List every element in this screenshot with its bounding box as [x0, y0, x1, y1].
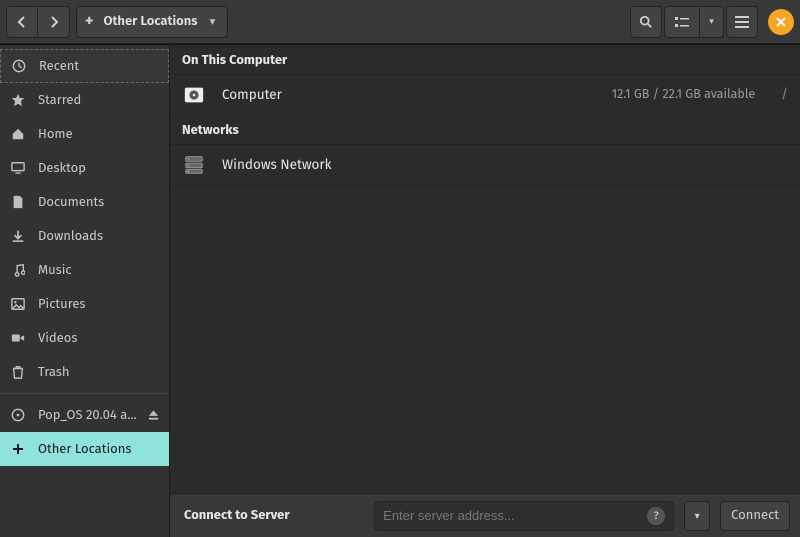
- sidebar-separator: [0, 393, 169, 394]
- location-label: Other Locations: [104, 14, 198, 29]
- document-icon: [10, 195, 26, 209]
- section-header-computer: On This Computer: [170, 45, 800, 75]
- main-area: Recent Starred Home Desktop Documents Do…: [0, 44, 800, 537]
- row-info: 12.1 GB / 22.1 GB available: [612, 87, 755, 102]
- home-icon: [10, 127, 26, 141]
- list-icon: [675, 16, 689, 28]
- sidebar-item-label: Pictures: [38, 297, 85, 312]
- chevron-left-icon: [16, 16, 28, 28]
- video-icon: [10, 331, 26, 345]
- row-label: Computer: [222, 86, 282, 103]
- sidebar-item-pictures[interactable]: Pictures: [0, 287, 169, 321]
- header-bar: + Other Locations ▼ ▾: [0, 0, 800, 44]
- download-icon: [10, 229, 26, 243]
- window-close-button[interactable]: [768, 9, 794, 35]
- sidebar-item-recent[interactable]: Recent: [0, 49, 169, 83]
- search-icon: [639, 15, 653, 29]
- eject-button[interactable]: [148, 410, 159, 421]
- sidebar-item-trash[interactable]: Trash: [0, 355, 169, 389]
- row-windows-network[interactable]: Windows Network: [170, 145, 800, 185]
- sidebar-item-drive[interactable]: Pop_OS 20.04 a...: [0, 398, 169, 432]
- sidebar-item-label: Music: [38, 263, 72, 278]
- sidebar-item-other-locations[interactable]: Other Locations: [0, 432, 169, 466]
- section-header-networks: Networks: [170, 115, 800, 145]
- sidebar-item-documents[interactable]: Documents: [0, 185, 169, 219]
- sidebar-item-label: Starred: [38, 93, 81, 108]
- chevron-right-icon: [48, 16, 60, 28]
- hamburger-icon: [735, 16, 749, 28]
- back-button[interactable]: [6, 6, 38, 38]
- server-address-field[interactable]: ?: [374, 501, 674, 531]
- view-list-button[interactable]: [664, 6, 700, 38]
- sidebar-item-label: Trash: [38, 365, 70, 380]
- hamburger-menu-button[interactable]: [726, 6, 758, 38]
- desktop-icon: [10, 161, 26, 175]
- sidebar-item-downloads[interactable]: Downloads: [0, 219, 169, 253]
- sidebar-item-label: Videos: [38, 331, 77, 346]
- server-history-button[interactable]: ▾: [684, 501, 710, 531]
- sidebar-item-label: Documents: [38, 195, 104, 210]
- sidebar-item-home[interactable]: Home: [0, 117, 169, 151]
- sidebar-item-label: Recent: [39, 59, 79, 74]
- plus-icon: +: [85, 12, 94, 31]
- sidebar-item-music[interactable]: Music: [0, 253, 169, 287]
- chevron-down-icon: ▼: [207, 16, 217, 28]
- trash-icon: [10, 365, 26, 379]
- sidebar-item-videos[interactable]: Videos: [0, 321, 169, 355]
- sidebar-item-label: Home: [38, 127, 73, 142]
- plus-icon: [10, 443, 26, 455]
- connect-button[interactable]: Connect: [720, 501, 790, 531]
- music-icon: [10, 263, 26, 277]
- sidebar-item-desktop[interactable]: Desktop: [0, 151, 169, 185]
- content-pane: On This Computer Computer 12.1 GB / 22.1…: [170, 45, 800, 537]
- chevron-down-icon: ▾: [695, 510, 700, 522]
- row-computer[interactable]: Computer 12.1 GB / 22.1 GB available /: [170, 75, 800, 115]
- network-icon: [182, 154, 206, 176]
- connect-bar: Connect to Server ? ▾ Connect: [170, 493, 800, 537]
- eject-icon: [148, 410, 159, 421]
- close-icon: [776, 17, 786, 27]
- view-dropdown-button[interactable]: ▾: [700, 6, 724, 38]
- content-scroll[interactable]: On This Computer Computer 12.1 GB / 22.1…: [170, 45, 800, 493]
- picture-icon: [10, 297, 26, 311]
- star-icon: [10, 93, 26, 107]
- connect-button-label: Connect: [731, 508, 779, 523]
- disc-icon: [10, 408, 26, 422]
- nav-group: [6, 6, 70, 38]
- chevron-down-icon: ▾: [709, 17, 714, 27]
- connect-label: Connect to Server: [184, 508, 290, 523]
- help-button[interactable]: ?: [647, 507, 665, 525]
- hdd-icon: [182, 84, 206, 106]
- question-icon: ?: [654, 509, 659, 522]
- search-button[interactable]: [630, 6, 662, 38]
- row-label: Windows Network: [222, 156, 332, 173]
- row-trailing: /: [781, 87, 788, 102]
- sidebar-item-label: Other Locations: [38, 442, 131, 457]
- view-group: ▾: [664, 6, 724, 38]
- location-bar[interactable]: + Other Locations ▼: [76, 6, 228, 38]
- sidebar: Recent Starred Home Desktop Documents Do…: [0, 45, 170, 537]
- sidebar-item-starred[interactable]: Starred: [0, 83, 169, 117]
- sidebar-item-label: Downloads: [38, 229, 103, 244]
- server-address-input[interactable]: [383, 508, 641, 523]
- forward-button[interactable]: [38, 6, 70, 38]
- sidebar-item-label: Pop_OS 20.04 a...: [38, 408, 137, 423]
- clock-icon: [11, 59, 27, 73]
- sidebar-item-label: Desktop: [38, 161, 86, 176]
